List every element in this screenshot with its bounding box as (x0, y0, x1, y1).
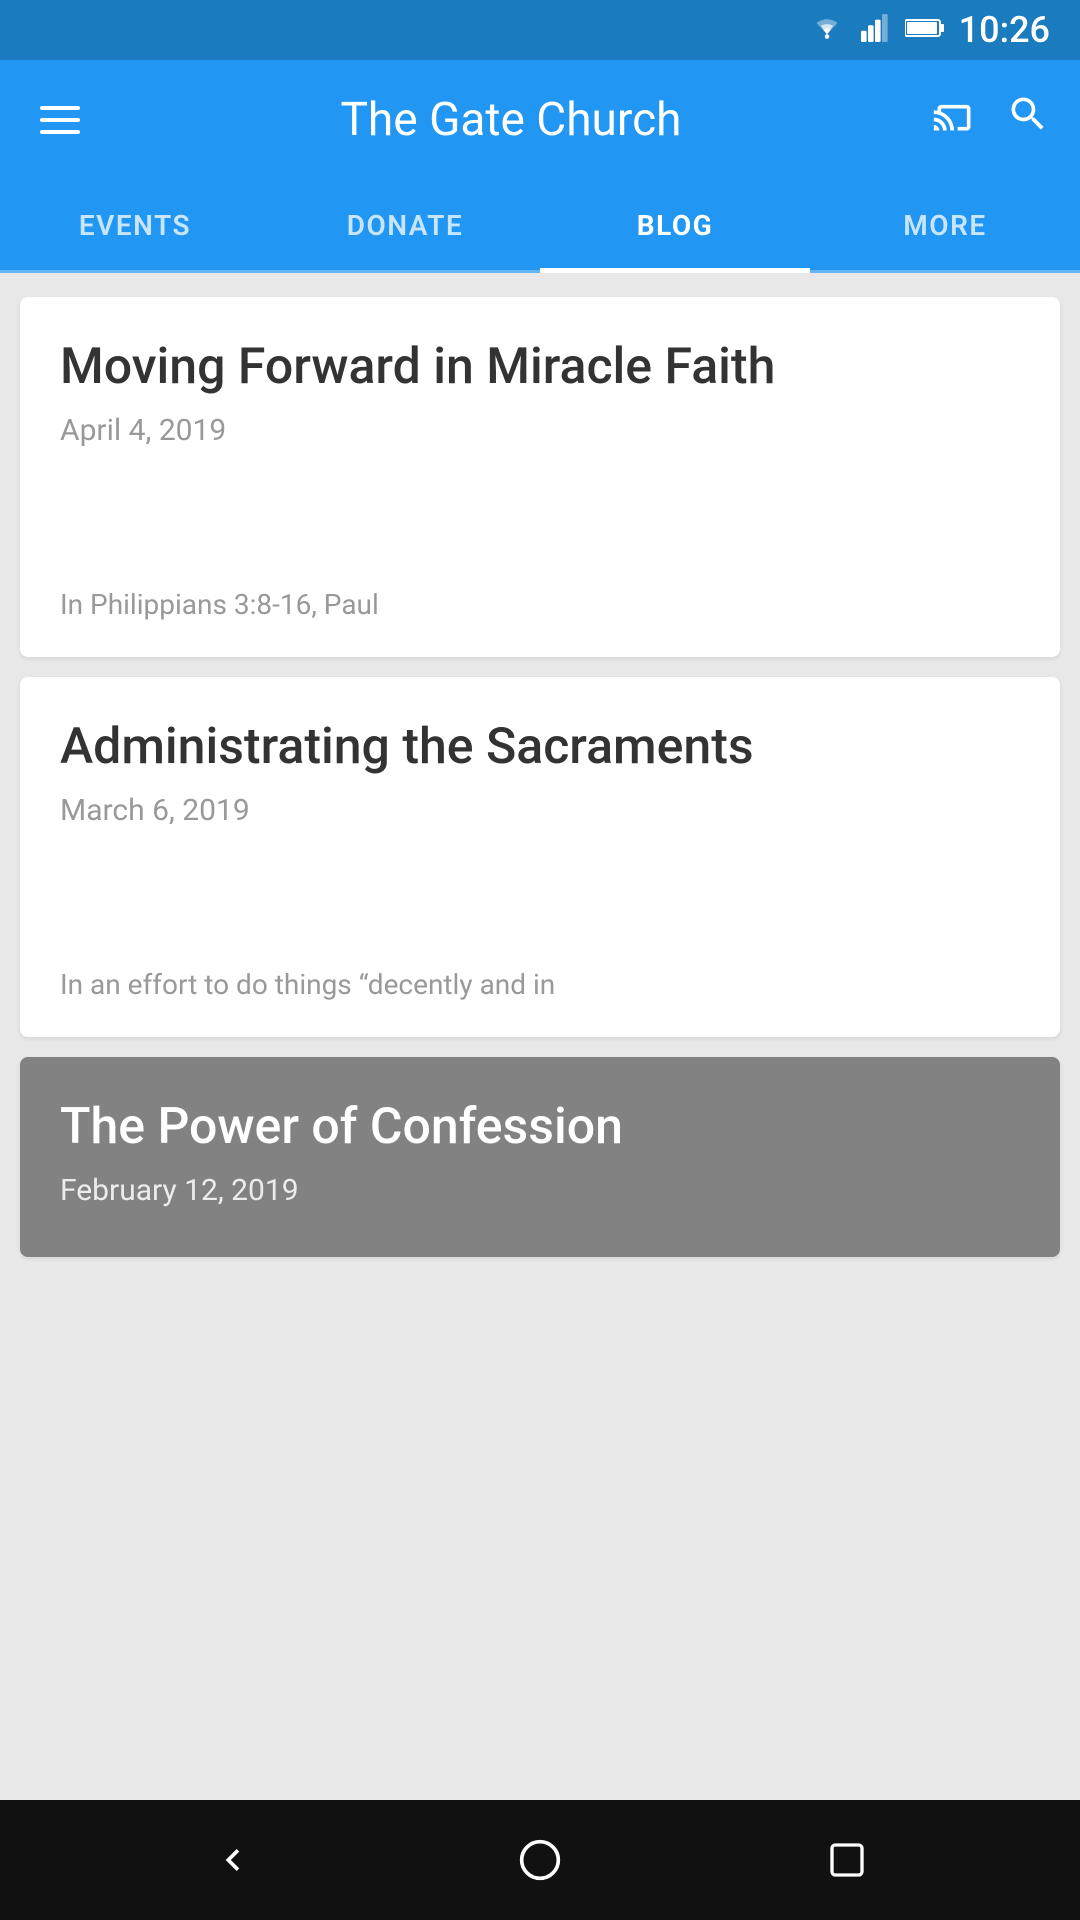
blog-card-3-title: The Power of Confession (60, 1097, 1020, 1157)
tab-blog[interactable]: BLOG (540, 180, 810, 270)
blog-card-3-date: February 12, 2019 (60, 1173, 1020, 1208)
blog-card-2-date: March 6, 2019 (60, 793, 1020, 828)
header-actions (932, 92, 1050, 148)
battery-icon (905, 16, 945, 44)
blog-card-2[interactable]: Administrating the Sacraments March 6, 2… (20, 677, 1060, 1037)
status-time: 10:26 (959, 9, 1050, 51)
tab-donate[interactable]: DONATE (270, 180, 540, 270)
home-button[interactable] (500, 1820, 580, 1900)
status-bar: 10:26 (0, 0, 1080, 60)
hamburger-menu-button[interactable] (30, 96, 90, 144)
search-button[interactable] (1006, 92, 1050, 148)
app-title: The Gate Church (120, 93, 902, 147)
app-bar: The Gate Church (0, 60, 1080, 180)
blog-content: Moving Forward in Miracle Faith April 4,… (0, 273, 1080, 1800)
recent-apps-button[interactable] (807, 1820, 887, 1900)
blog-card-3[interactable]: The Power of Confession February 12, 201… (20, 1057, 1060, 1257)
nav-bar (0, 1800, 1080, 1920)
blog-card-1-date: April 4, 2019 (60, 413, 1020, 448)
blog-card-2-meta: In an effort to do things “decently and … (60, 968, 1020, 1001)
tab-bar: EVENTS DONATE BLOG MORE (0, 180, 1080, 273)
blog-card-1[interactable]: Moving Forward in Miracle Faith April 4,… (20, 297, 1060, 657)
status-icons: 10:26 (809, 9, 1050, 51)
blog-card-2-title: Administrating the Sacraments (60, 717, 1020, 777)
tab-events[interactable]: EVENTS (0, 180, 270, 270)
wifi-icon (809, 12, 845, 48)
back-button[interactable] (193, 1820, 273, 1900)
signal-icon (859, 14, 891, 46)
cast-icon[interactable] (932, 92, 976, 148)
tab-more[interactable]: MORE (810, 180, 1080, 270)
blog-card-1-title: Moving Forward in Miracle Faith (60, 337, 1020, 397)
blog-card-1-meta: In Philippians 3:8-16, Paul (60, 588, 1020, 621)
